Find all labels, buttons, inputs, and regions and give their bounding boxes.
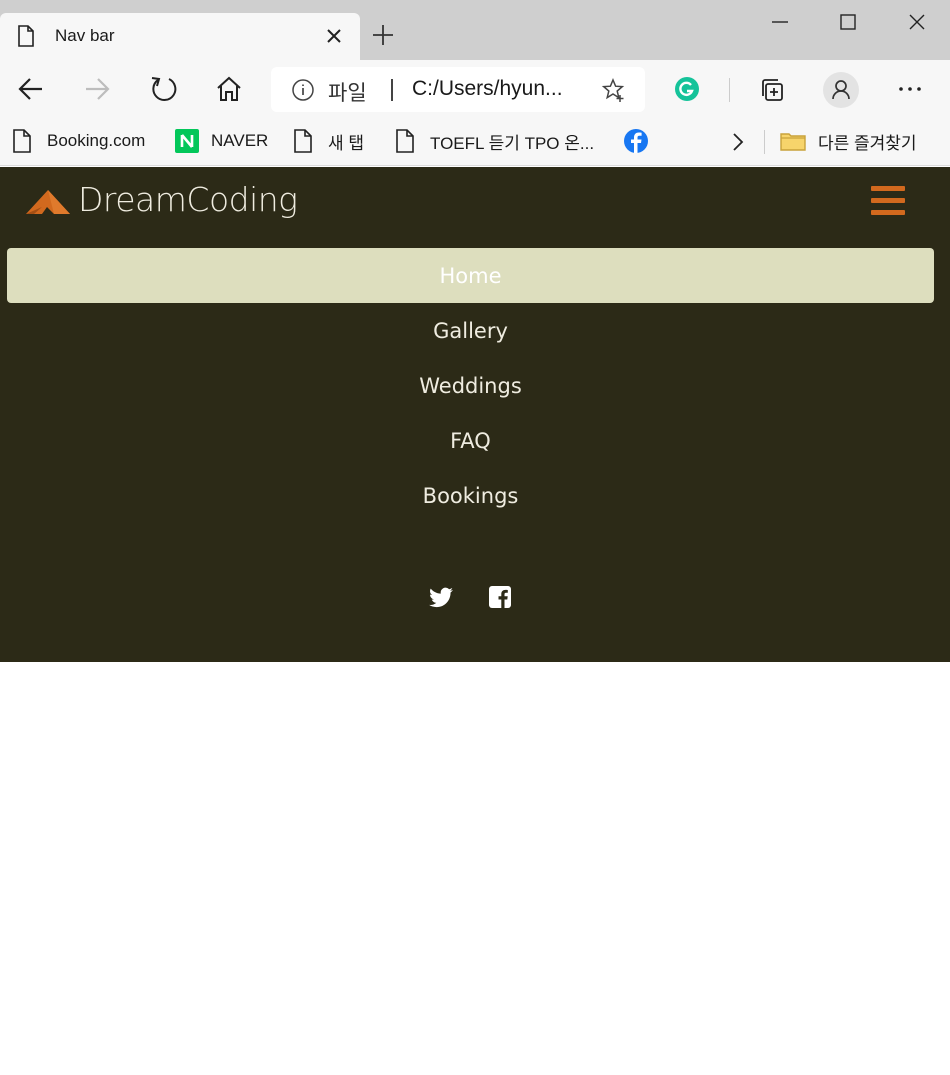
site-navbar: DreamCoding Home Gallery Weddings FAQ Bo… [0,167,950,662]
new-tab-icon[interactable] [372,24,394,46]
nav-item-gallery[interactable]: Gallery [7,303,934,358]
nav-item-home[interactable]: Home [7,248,934,303]
logo-icon[interactable] [24,185,72,217]
facebook-icon [624,129,648,153]
chevron-right-icon[interactable] [729,131,747,153]
tab-title: Nav bar [55,26,115,45]
nav-item-weddings[interactable]: Weddings [7,358,934,413]
bookmark-facebook[interactable] [623,126,663,156]
brand-name[interactable]: DreamCoding [78,180,298,219]
nav-item-bookings[interactable]: Bookings [7,468,934,523]
page-icon [396,129,414,153]
page-icon [18,25,34,47]
address-scheme: 파일 [328,82,367,105]
profile-avatar-icon[interactable] [822,71,860,109]
folder-icon [780,133,806,151]
bookmark-toefl[interactable]: TOEFL 듣기 TPO 온... [394,126,594,156]
bookmark-label: Booking.com [47,131,146,150]
twitter-icon[interactable] [428,585,454,611]
naver-icon [175,129,199,153]
minimize-icon[interactable] [770,12,790,32]
address-bar[interactable]: 파일 C:/Users/hyun... [271,67,645,112]
tab-strip: Nav bar [0,0,950,60]
hamburger-bar [871,186,905,191]
browser-toolbar: 파일 C:/Users/hyun... [0,60,950,118]
window-close-icon[interactable] [907,12,927,32]
social-links [0,585,950,615]
home-icon[interactable] [215,75,243,103]
bookmark-label: NAVER [211,131,269,150]
other-bookmarks-label: 다른 즐겨찾기 [818,133,917,153]
nav-item-faq[interactable]: FAQ [7,413,934,468]
page-icon [294,129,312,153]
bookmark-booking[interactable]: Booking.com [11,126,145,156]
forward-arrow-icon [86,78,110,100]
bookmarks-divider [764,130,765,154]
hamburger-bar [871,210,905,215]
maximize-icon[interactable] [838,12,858,32]
other-bookmarks[interactable]: 다른 즐겨찾기 [780,126,917,156]
address-divider [391,79,393,101]
browser-tab[interactable]: Nav bar [0,13,360,60]
grammarly-icon[interactable] [673,75,701,103]
nav-menu: Home Gallery Weddings FAQ Bookings [7,248,934,523]
bookmark-label: 새 탭 [328,133,365,153]
hamburger-bar [871,198,905,203]
back-arrow-icon[interactable] [17,75,45,103]
menu-toggle-button[interactable] [871,186,905,216]
toolbar-divider [729,78,730,102]
bookmarks-bar: Booking.com NAVER 새 탭 TOEFL 듣기 TPO 온... [0,118,950,166]
info-icon[interactable] [291,78,315,102]
address-url[interactable]: C:/Users/hyun... [412,77,563,101]
bookmark-new-tab[interactable]: 새 탭 [292,126,364,156]
bookmark-naver[interactable]: NAVER [175,126,268,156]
page-icon [13,129,31,153]
refresh-icon[interactable] [149,75,177,103]
bookmark-label: TOEFL 듣기 TPO 온... [430,133,595,153]
more-options-icon[interactable] [896,75,924,103]
facebook-square-icon[interactable] [488,585,512,609]
favorite-star-icon[interactable] [601,77,627,103]
close-icon[interactable] [325,27,343,45]
collections-icon[interactable] [759,76,787,104]
